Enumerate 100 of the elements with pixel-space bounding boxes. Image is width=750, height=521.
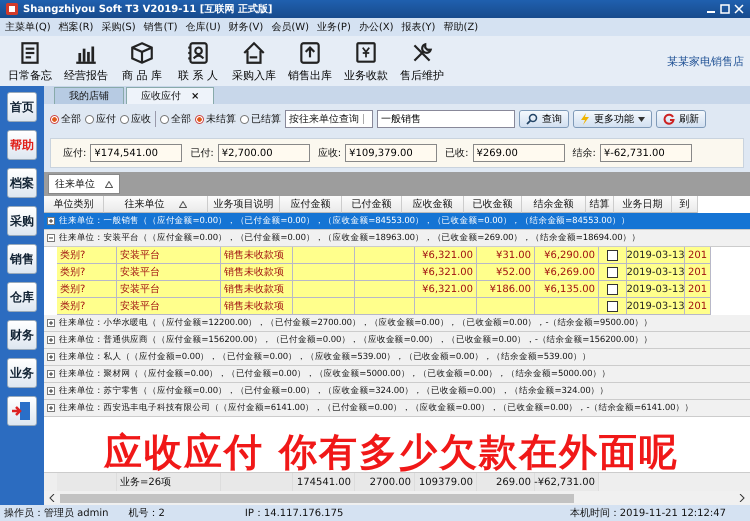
menu-item[interactable]: 档案(R)	[58, 20, 94, 34]
maximize-icon[interactable]	[720, 4, 730, 14]
summary-value-field[interactable]: ¥2,700.00	[218, 144, 310, 162]
group-row[interactable]: 往来单位：苏宁零售（（应付金额=0.00），（已付金额=0.00），（应收金额=324.00），（已收金额=0.00），（结余金额=324.00））	[44, 383, 750, 400]
table-cell	[293, 281, 355, 298]
query-mode-dropdown[interactable]: 按往来单位查询	[285, 110, 373, 128]
toolbar-button[interactable]: 经营报告	[62, 40, 110, 82]
column-header[interactable]: 应付金额	[280, 196, 342, 213]
menu-item[interactable]: 仓库(U)	[186, 20, 221, 34]
group-row[interactable]: 往来单位：私人（（应付金额=0.00），（已付金额=0.00），（应收金额=539.00），（已收金额=0.00），（结余金额=539.00））	[44, 349, 750, 366]
settle-checkbox[interactable]	[607, 300, 618, 312]
menu-item[interactable]: 帮助(Z)	[443, 20, 478, 34]
menu-item[interactable]: 采购(S)	[101, 20, 136, 34]
refresh-button[interactable]: 刷新	[656, 110, 706, 128]
group-row[interactable]: 往来单位：聚材网（（应付金额=0.00），（已付金额=0.00），（应收金额=5000.00），（已收金额=0.00），（结余金额=5000.00））	[44, 366, 750, 383]
expand-toggle[interactable]	[47, 370, 55, 378]
tab-close-button[interactable]: ×	[191, 90, 200, 102]
settle-checkbox[interactable]	[607, 250, 618, 260]
expand-toggle[interactable]	[47, 234, 55, 242]
table-cell	[293, 298, 355, 315]
toolbar-button[interactable]: 日常备忘	[6, 40, 54, 82]
toolbar-button[interactable]: 销售出库	[286, 40, 334, 82]
toolbar-button[interactable]: 业务收款	[342, 40, 390, 82]
promo-caption: 应收应付 你有多少欠款在外面呢	[104, 432, 680, 472]
radio-button[interactable]: 应收	[120, 112, 151, 126]
toolbar-button[interactable]: 采购入库	[230, 40, 278, 82]
column-header[interactable]: 往来单位	[104, 196, 208, 213]
expand-toggle[interactable]	[47, 319, 55, 327]
toolbar-button[interactable]: 售后维护	[398, 40, 446, 82]
menu-item[interactable]: 业务(P)	[317, 20, 351, 34]
close-icon[interactable]	[734, 4, 744, 14]
column-header[interactable]: 业务日期	[614, 196, 672, 213]
tab[interactable]: 应收应付 ×	[126, 87, 214, 104]
menu-item[interactable]: 会员(W)	[271, 20, 310, 34]
sidebar-button[interactable]: 帮助	[7, 130, 37, 160]
toolbar-button[interactable]: 联 系 人	[174, 40, 222, 82]
settle-checkbox[interactable]	[607, 284, 618, 294]
table-cell	[477, 298, 535, 315]
radio-button[interactable]: 全部	[160, 112, 191, 126]
horizontal-scrollbar[interactable]	[44, 491, 750, 505]
column-header[interactable]: 结余金额	[522, 196, 586, 213]
expand-toggle[interactable]	[47, 336, 55, 344]
column-header[interactable]: 应收金额	[402, 196, 464, 213]
menu-item[interactable]: 办公(X)	[358, 20, 394, 34]
scroll-left-icon[interactable]	[48, 494, 56, 502]
radio-button[interactable]: 未结算	[195, 112, 236, 126]
sidebar-button[interactable]: 采购	[7, 206, 37, 236]
menu-item[interactable]: 报表(Y)	[402, 20, 436, 34]
column-header[interactable]: 已付金额	[342, 196, 402, 213]
radio-button[interactable]: 应付	[85, 112, 116, 126]
column-header[interactable]: 结算	[586, 196, 614, 213]
group-row[interactable]: 往来单位：小华水暖电（（应付金额=12200.00），（已付金额=2700.00），（应收金额=0.00），（已收金额=0.00），-（结余金额=9500.00））	[44, 315, 750, 332]
sidebar-button[interactable]: 首页	[7, 92, 37, 122]
table-cell: 2019-03-13	[627, 298, 685, 315]
table-cell: ¥31.00	[477, 247, 535, 264]
table-cell: ¥6,321.00	[415, 281, 477, 298]
group-row[interactable]: 往来单位：西安迅丰电子科技有限公司（（应付金额=6141.00），（已付金额=0.00），（应收金额=0.00），（已收金额=0.00），-（结余金额=6141.00））	[44, 400, 750, 417]
keyword-field[interactable]: 一般销售	[377, 110, 515, 128]
search-icon	[526, 113, 538, 125]
sidebar-button[interactable]: 仓库	[7, 282, 37, 312]
menu-item[interactable]: 主菜单(Q)	[5, 20, 51, 34]
menu-item[interactable]: 销售(T)	[144, 20, 178, 34]
scroll-right-icon[interactable]	[738, 494, 746, 502]
menu-item[interactable]: 财务(V)	[228, 20, 264, 34]
column-header[interactable]: 业务项目说明	[208, 196, 280, 213]
sidebar-button[interactable]: 财务	[7, 320, 37, 350]
sidebar-button[interactable]: 销售	[7, 244, 37, 274]
sidebar-button[interactable]: 业务	[7, 358, 37, 388]
group-by-chip[interactable]: 往来单位	[48, 174, 120, 194]
exit-button[interactable]	[7, 396, 37, 426]
column-header[interactable]: 到	[672, 196, 698, 213]
more-functions-button[interactable]: 更多功能	[573, 110, 652, 128]
summary-label: 应收:	[318, 146, 342, 160]
expand-toggle[interactable]	[47, 217, 55, 225]
expand-toggle[interactable]	[47, 353, 55, 361]
group-row[interactable]: 往来单位：一般销售（（应付金额=0.00），（已付金额=0.00），（应收金额=84553.00），（已收金额=0.00），（结余金额=84553.00））	[44, 213, 750, 230]
table-cell: 201	[685, 247, 711, 264]
table-cell: 安装平台	[117, 281, 221, 298]
store-name: 某某家电销售店	[667, 54, 744, 68]
settle-checkbox[interactable]	[607, 266, 618, 278]
summary-value-field[interactable]: ¥269.00	[472, 144, 564, 162]
summary-value-field[interactable]: ¥-62,731.00	[600, 144, 692, 162]
status-text: 操作员：管理员 admin	[4, 507, 109, 520]
column-header[interactable]: 单位类别	[44, 196, 104, 213]
sidebar-button[interactable]: 档案	[7, 168, 37, 198]
radio-button[interactable]: 全部	[50, 112, 81, 126]
table-cell	[355, 264, 415, 281]
tab[interactable]: 我的店铺	[54, 87, 124, 104]
status-text: 本机时间：2019-11-21 12:12:47	[570, 506, 726, 520]
table-cell: 类别?	[57, 264, 117, 281]
query-button[interactable]: 查询	[519, 110, 569, 128]
column-header[interactable]: 已收金额	[464, 196, 522, 213]
group-row[interactable]: 往来单位：普通供应商（（应付金额=156200.00），（已付金额=0.00），（应收金额=0.00），（已收金额=0.00），-（结余金额=156200.00））	[44, 332, 750, 349]
toolbar-button[interactable]: 商 品 库	[118, 40, 166, 82]
summary-value-field[interactable]: ¥174,541.00	[90, 144, 182, 162]
summary-value-field[interactable]: ¥109,379.00	[345, 144, 438, 162]
expand-toggle[interactable]	[47, 404, 55, 412]
radio-button[interactable]: 已结算	[240, 112, 281, 126]
expand-toggle[interactable]	[47, 387, 55, 395]
group-row[interactable]: 往来单位：安装平台（（应付金额=0.00），（已付金额=0.00），（应收金额=18963.00），（已收金额=269.00），（结余金额=18694.00））	[44, 230, 750, 247]
